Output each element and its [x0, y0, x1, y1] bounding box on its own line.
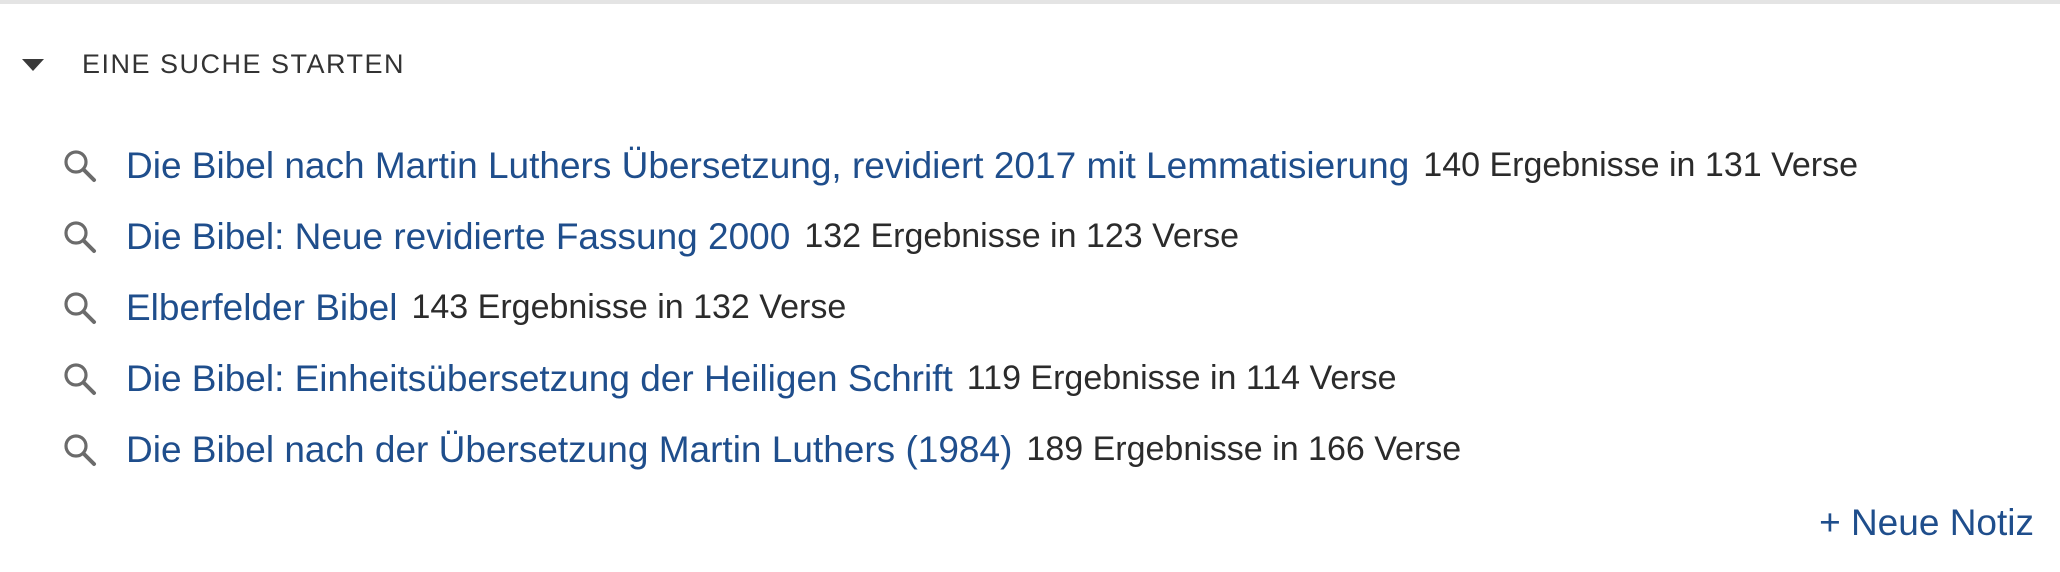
search-result-row: Die Bibel: Einheitsübersetzung der Heili…: [62, 343, 1858, 414]
search-result-row: Die Bibel: Neue revidierte Fassung 2000 …: [62, 201, 1858, 272]
result-count: 132 Ergebnisse in 123 Verse: [804, 217, 1240, 255]
caret-down-icon: [22, 59, 44, 71]
bible-version-link[interactable]: Die Bibel: Einheitsübersetzung der Heili…: [126, 358, 953, 400]
search-icon[interactable]: [62, 290, 98, 326]
search-icon[interactable]: [62, 361, 98, 397]
search-section-toggle[interactable]: EINE SUCHE STARTEN: [22, 46, 405, 82]
search-result-row: Die Bibel nach der Übersetzung Martin Lu…: [62, 414, 1858, 485]
result-count: 119 Ergebnisse in 114 Verse: [966, 359, 1397, 397]
bible-version-link[interactable]: Die Bibel nach Martin Luthers Übersetzun…: [126, 145, 1409, 187]
bible-version-link[interactable]: Die Bibel: Neue revidierte Fassung 2000: [126, 216, 790, 258]
result-count: 140 Ergebnisse in 131 Verse: [1423, 146, 1859, 184]
search-result-row: Elberfelder Bibel 143 Ergebnisse in 132 …: [62, 272, 1858, 343]
bible-version-link[interactable]: Die Bibel nach der Übersetzung Martin Lu…: [126, 429, 1012, 471]
search-result-row: Die Bibel nach Martin Luthers Übersetzun…: [62, 130, 1858, 201]
search-icon[interactable]: [62, 432, 98, 468]
search-icon[interactable]: [62, 219, 98, 255]
result-count: 189 Ergebnisse in 166 Verse: [1026, 430, 1462, 468]
section-title: EINE SUCHE STARTEN: [82, 48, 406, 79]
top-divider: [0, 0, 2060, 4]
bible-version-link[interactable]: Elberfelder Bibel: [126, 287, 397, 329]
search-results-list: Die Bibel nach Martin Luthers Übersetzun…: [62, 130, 1858, 485]
new-note-button[interactable]: + Neue Notiz: [1819, 502, 2034, 544]
result-count: 143 Ergebnisse in 132 Verse: [411, 288, 847, 326]
search-icon[interactable]: [62, 148, 98, 184]
